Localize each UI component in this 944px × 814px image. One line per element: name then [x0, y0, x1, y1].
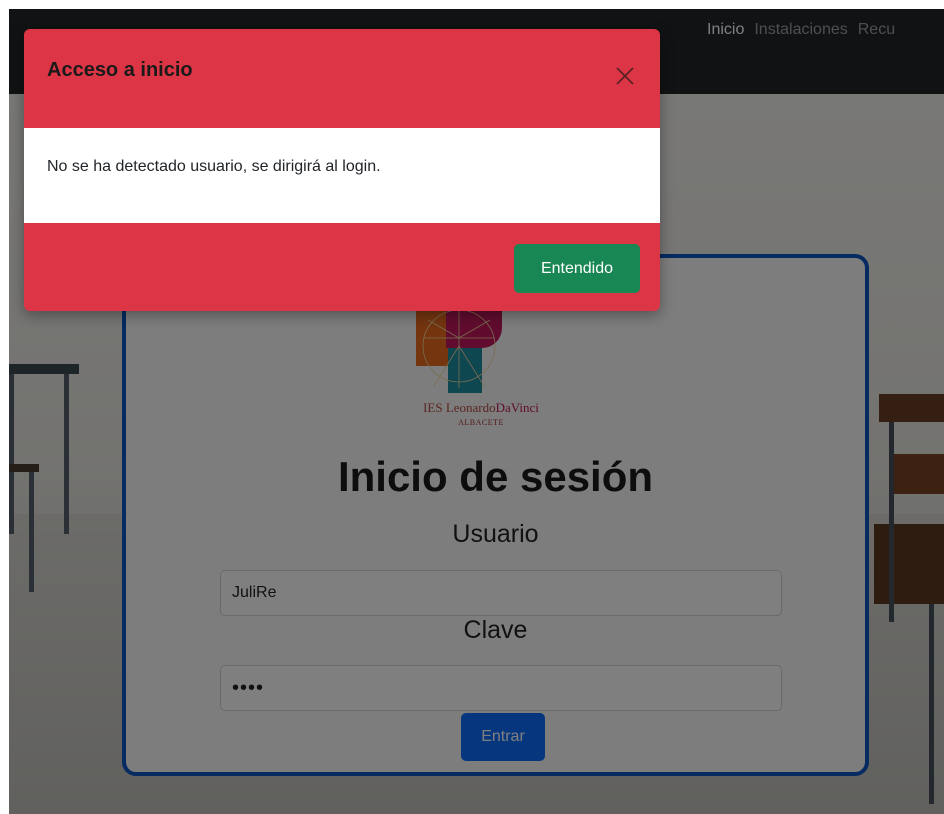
modal-body: No se ha detectado usuario, se dirigirá … — [24, 128, 660, 223]
modal-message: No se ha detectado usuario, se dirigirá … — [47, 158, 381, 175]
modal-header: Acceso a inicio — [24, 29, 660, 128]
app-window: Inicio Instalaciones Recu IES Leona — [9, 9, 944, 814]
modal-title: Acceso a inicio — [47, 59, 193, 81]
confirm-button[interactable]: Entendido — [514, 244, 640, 293]
close-icon[interactable] — [612, 63, 638, 89]
access-modal: Acceso a inicio No se ha detectado usuar… — [24, 29, 660, 311]
modal-footer: Entendido — [24, 223, 660, 311]
